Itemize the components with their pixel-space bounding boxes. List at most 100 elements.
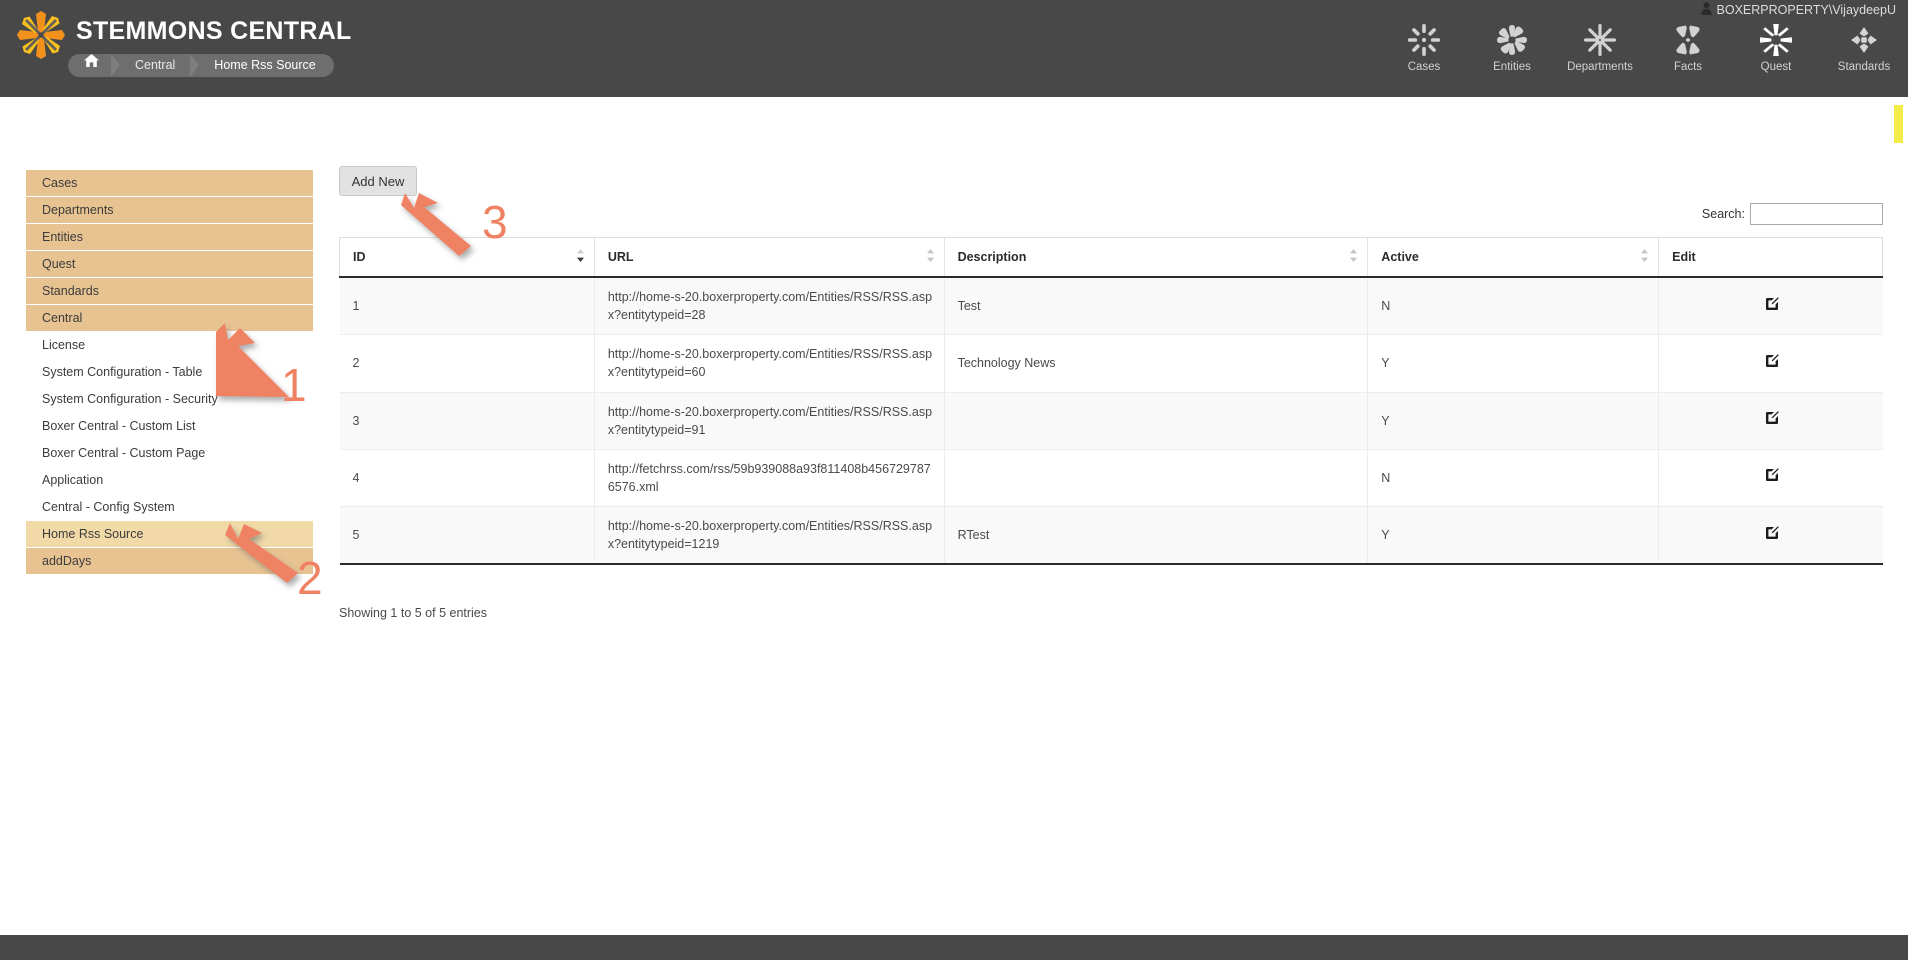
sidebar-item-boxer-central-custom-page[interactable]: Boxer Central - Custom Page bbox=[26, 440, 313, 467]
sort-neutral-icon bbox=[1640, 249, 1649, 265]
sidebar-item-application[interactable]: Application bbox=[26, 467, 313, 494]
breadcrumb-item-central[interactable]: Central bbox=[119, 54, 191, 77]
cell-id: 4 bbox=[339, 449, 595, 508]
nav-label: Facts bbox=[1673, 61, 1703, 73]
column-header-description[interactable]: Description bbox=[943, 237, 1368, 278]
nav-label: Entities bbox=[1493, 61, 1531, 73]
cell-id: 2 bbox=[339, 334, 595, 393]
edit-pencil-square-icon[interactable] bbox=[1765, 525, 1779, 545]
column-header-active[interactable]: Active bbox=[1367, 237, 1659, 278]
table-search: Search: bbox=[1702, 203, 1883, 225]
sidebar-item-central-config-system[interactable]: Central - Config System bbox=[26, 494, 313, 521]
main-content: Add New Search: ID URL Description Activ… bbox=[339, 166, 1883, 620]
edit-pencil-square-icon[interactable] bbox=[1765, 354, 1779, 373]
nav-label: Quest bbox=[1760, 61, 1792, 73]
sidebar-item-entities[interactable]: Entities bbox=[26, 224, 313, 251]
app-footer bbox=[0, 935, 1908, 960]
table-row[interactable]: 1 http://home-s-20.boxerproperty.com/Ent… bbox=[339, 277, 1883, 336]
rss-source-table: ID URL Description Active Edit 1 http://… bbox=[339, 237, 1883, 566]
cell-id: 3 bbox=[339, 392, 595, 450]
table-head: ID URL Description Active Edit bbox=[339, 237, 1883, 278]
cell-url: http://home-s-20.boxerproperty.com/Entit… bbox=[593, 334, 945, 393]
sidebar-item-system-configuration-security[interactable]: System Configuration - Security bbox=[26, 386, 313, 413]
user-name: BOXERPROPERTY\VijaydeepU bbox=[1716, 3, 1896, 17]
cell-active: Y bbox=[1367, 392, 1659, 450]
table-info: Showing 1 to 5 of 5 entries bbox=[339, 606, 488, 620]
column-header-id[interactable]: ID bbox=[339, 237, 595, 278]
home-icon bbox=[84, 54, 99, 67]
search-input[interactable] bbox=[1750, 203, 1883, 225]
sidebar-menu: Cases Departments Entities Quest Standar… bbox=[26, 170, 313, 575]
cell-edit[interactable] bbox=[1658, 334, 1883, 393]
app-header: STEMMONS CENTRAL Central Home Rss Source… bbox=[0, 0, 1908, 97]
sort-neutral-icon bbox=[1349, 249, 1358, 265]
accent-sliver bbox=[1894, 105, 1903, 143]
sidebar-item-central[interactable]: Central bbox=[26, 305, 313, 332]
sort-ascending-icon bbox=[576, 249, 585, 265]
cell-edit[interactable] bbox=[1658, 449, 1883, 508]
burst-quest-icon bbox=[1742, 21, 1810, 59]
cell-active: Y bbox=[1367, 334, 1659, 393]
cell-edit[interactable] bbox=[1658, 506, 1883, 566]
table-row[interactable]: 2 http://home-s-20.boxerproperty.com/Ent… bbox=[339, 334, 1883, 393]
table-row[interactable]: 4 http://fetchrss.com/rss/59b939088a93f8… bbox=[339, 449, 1883, 508]
breadcrumb-item-home-rss-source[interactable]: Home Rss Source bbox=[198, 54, 331, 77]
table-row[interactable]: 5 http://home-s-20.boxerproperty.com/Ent… bbox=[339, 506, 1883, 566]
column-header-url[interactable]: URL bbox=[593, 237, 945, 278]
column-label: Description bbox=[957, 250, 1027, 264]
sidebar-item-home-rss-source[interactable]: Home Rss Source bbox=[26, 521, 313, 548]
page-title: STEMMONS CENTRAL bbox=[76, 17, 352, 45]
burst-entities-icon bbox=[1478, 21, 1546, 59]
nav-item-cases[interactable]: Cases bbox=[1390, 21, 1458, 73]
cell-url: http://fetchrss.com/rss/59b939088a93f811… bbox=[593, 449, 945, 508]
cell-url: http://home-s-20.boxerproperty.com/Entit… bbox=[593, 392, 945, 450]
add-new-button[interactable]: Add New bbox=[339, 166, 417, 196]
sidebar-item-departments[interactable]: Departments bbox=[26, 197, 313, 224]
cell-id: 5 bbox=[339, 506, 595, 566]
sidebar-item-license[interactable]: License bbox=[26, 332, 313, 359]
cell-active: N bbox=[1367, 277, 1659, 336]
nav-item-entities[interactable]: Entities bbox=[1478, 21, 1546, 73]
sort-neutral-icon bbox=[926, 249, 935, 265]
sidebar-item-standards[interactable]: Standards bbox=[26, 278, 313, 305]
nav-label: Departments bbox=[1567, 61, 1633, 73]
sidebar-item-boxer-central-custom-list[interactable]: Boxer Central - Custom List bbox=[26, 413, 313, 440]
table-header-row: ID URL Description Active Edit bbox=[339, 237, 1883, 278]
sidebar-item-system-configuration-table[interactable]: System Configuration - Table bbox=[26, 359, 313, 386]
nav-item-standards[interactable]: Standards bbox=[1830, 21, 1898, 73]
cell-id: 1 bbox=[339, 277, 595, 336]
edit-pencil-square-icon[interactable] bbox=[1765, 411, 1779, 430]
cell-description: Test bbox=[943, 277, 1368, 336]
burst-logo-icon bbox=[14, 8, 68, 62]
table-body: 1 http://home-s-20.boxerproperty.com/Ent… bbox=[339, 277, 1883, 566]
breadcrumb-home[interactable] bbox=[70, 54, 112, 77]
sidebar-item-cases[interactable]: Cases bbox=[26, 170, 313, 197]
column-label: ID bbox=[353, 250, 366, 264]
cell-description bbox=[943, 392, 1368, 450]
burst-cases-icon bbox=[1390, 21, 1458, 59]
cell-description: RTest bbox=[943, 506, 1368, 566]
edit-pencil-square-icon[interactable] bbox=[1765, 468, 1779, 487]
cell-edit[interactable] bbox=[1658, 392, 1883, 450]
sidebar-item-quest[interactable]: Quest bbox=[26, 251, 313, 278]
sidebar-item-adddays[interactable]: addDays bbox=[26, 548, 313, 575]
column-label: Active bbox=[1381, 250, 1419, 264]
column-label: URL bbox=[607, 250, 634, 264]
cell-description: Technology News bbox=[943, 334, 1368, 393]
nav-item-facts[interactable]: Facts bbox=[1654, 21, 1722, 73]
table-row[interactable]: 3 http://home-s-20.boxerproperty.com/Ent… bbox=[339, 392, 1883, 450]
nav-item-departments[interactable]: Departments bbox=[1566, 21, 1634, 73]
cell-active: Y bbox=[1367, 506, 1659, 566]
cell-edit[interactable] bbox=[1658, 277, 1883, 336]
cell-url: http://home-s-20.boxerproperty.com/Entit… bbox=[593, 277, 945, 336]
edit-pencil-square-icon[interactable] bbox=[1765, 296, 1779, 316]
nav-label: Standards bbox=[1837, 61, 1891, 73]
search-label: Search: bbox=[1701, 207, 1745, 221]
nav-label: Cases bbox=[1407, 61, 1441, 73]
user-icon bbox=[1700, 2, 1712, 18]
column-header-edit: Edit bbox=[1658, 237, 1883, 278]
nav-item-quest[interactable]: Quest bbox=[1742, 21, 1810, 73]
cell-url: http://home-s-20.boxerproperty.com/Entit… bbox=[593, 506, 945, 566]
top-navigation: Cases Entities Departments Facts Quest S… bbox=[1390, 21, 1898, 73]
breadcrumb: Central Home Rss Source bbox=[68, 54, 334, 77]
